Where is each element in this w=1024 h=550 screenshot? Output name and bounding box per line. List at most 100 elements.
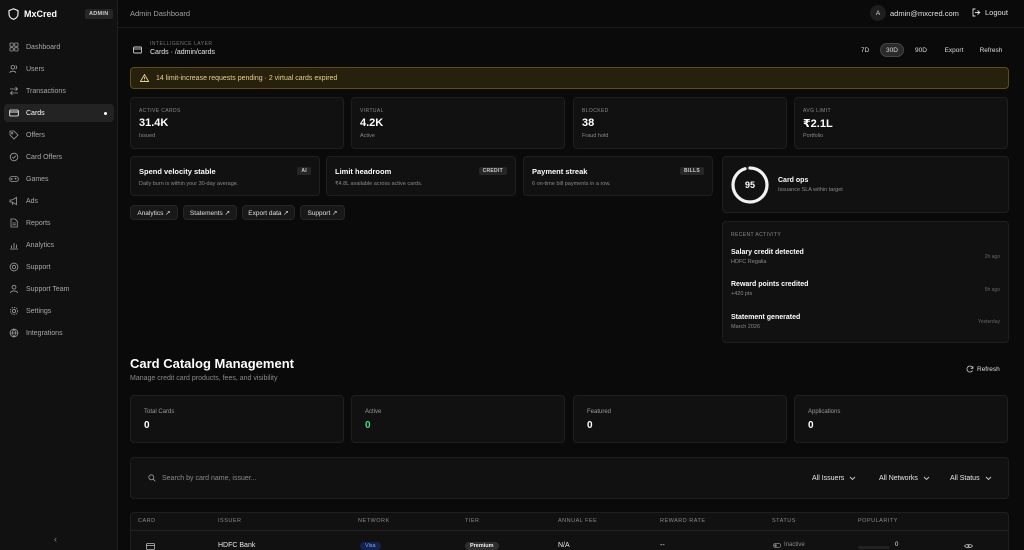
- link-support[interactable]: Support ↗: [300, 205, 345, 220]
- row-status-toggle[interactable]: Inactive: [773, 542, 805, 548]
- avatar[interactable]: A: [870, 5, 886, 21]
- export-button[interactable]: Export: [938, 43, 970, 57]
- range-30d[interactable]: 30D: [880, 43, 904, 57]
- sidebar-item-card-offers[interactable]: Card Offers: [4, 148, 114, 166]
- sidebar-item-transactions[interactable]: Transactions: [4, 82, 114, 100]
- stat-card-blocked: BLOCKED 38 Fraud hold: [573, 97, 787, 149]
- insight-desc: 6 on-time bill payments in a row.: [532, 181, 611, 187]
- stat-label: BLOCKED: [582, 108, 609, 114]
- sidebar-item-label: Settings: [26, 307, 52, 315]
- logout-button[interactable]: Logout: [972, 8, 1008, 17]
- col-card: CARD: [138, 518, 156, 524]
- range-90d[interactable]: 90D: [910, 43, 932, 57]
- sidebar-item-settings[interactable]: Settings: [4, 302, 114, 320]
- sidebar-item-games[interactable]: Games: [4, 170, 114, 188]
- summary-applications: Applications 0: [794, 395, 1008, 443]
- stat-card-active: ACTIVE CARDS 31.4K Issued: [130, 97, 344, 149]
- brand-name: MxCred: [24, 9, 58, 19]
- table-divider: [130, 530, 1009, 531]
- col-reward-rate: REWARD RATE: [660, 518, 706, 524]
- card-ops-panel: 95 Card ops Issuance SLA within target: [722, 156, 1009, 213]
- link-statements[interactable]: Statements ↗: [183, 205, 237, 220]
- gear-icon: [9, 306, 19, 316]
- summary-label: Active: [365, 409, 382, 415]
- summary-label: Applications: [808, 409, 841, 415]
- brand[interactable]: MxCred: [8, 7, 57, 21]
- collapse-sidebar-button[interactable]: ‹: [54, 534, 57, 544]
- sidebar-item-cards[interactable]: Cards: [4, 104, 114, 122]
- alert-banner: 14 limit-increase requests pending · 2 v…: [130, 67, 1009, 89]
- insight-title: Limit headroom: [335, 167, 392, 176]
- sidebar-item-support[interactable]: Support: [4, 258, 114, 276]
- sidebar-item-ads[interactable]: Ads: [4, 192, 114, 210]
- page-title: Admin Dashboard: [130, 9, 191, 18]
- active-indicator: [104, 111, 107, 115]
- activity-time: 5h ago: [984, 287, 1000, 293]
- toggle-off-icon: [773, 542, 781, 548]
- sidebar: MxCred ADMIN Dashboard Users Transactions C…: [0, 0, 118, 550]
- row-popularity: 0: [895, 542, 899, 548]
- alert-text: 14 limit-increase requests pending · 2 v…: [156, 74, 338, 82]
- popularity-bar: [858, 546, 890, 549]
- refresh-label: Refresh: [977, 365, 1000, 373]
- sidebar-item-users[interactable]: Users: [4, 60, 114, 78]
- sidebar-item-label: Analytics: [26, 241, 55, 249]
- sidebar-item-offers[interactable]: Offers: [4, 126, 114, 144]
- stat-value: 4.2K: [360, 117, 384, 129]
- sidebar-item-integrations[interactable]: Integrations: [4, 324, 114, 342]
- search-input[interactable]: Search by card name, issuer...: [140, 469, 800, 487]
- filter-label: All Status: [950, 474, 980, 482]
- insight-spend-velocity[interactable]: Spend velocity stable AI Daily burn is w…: [130, 156, 320, 196]
- sidebar-item-label: Support Team: [26, 285, 70, 293]
- sidebar-item-label: Support: [26, 263, 51, 271]
- search-icon: [148, 474, 156, 482]
- refresh-button[interactable]: Refresh: [974, 43, 1008, 57]
- summary-label: Total Cards: [144, 409, 175, 415]
- stat-label: AVG LIMIT: [803, 108, 831, 114]
- filter-issuers[interactable]: All Issuers: [812, 469, 856, 487]
- insight-tag: CREDIT: [478, 167, 507, 175]
- insight-limit-headroom[interactable]: Limit headroom CREDIT ₹4.8L available ac…: [326, 156, 516, 196]
- sidebar-item-label: Integrations: [26, 329, 63, 337]
- link-analytics[interactable]: Analytics ↗: [130, 205, 178, 220]
- logout-icon: [972, 8, 981, 17]
- activity-title: Salary credit detected: [731, 249, 804, 256]
- catalog-refresh-button[interactable]: Refresh: [966, 362, 1000, 376]
- sidebar-item-label: Dashboard: [26, 43, 61, 51]
- user-email[interactable]: admin@mxcred.com: [890, 9, 959, 18]
- filter-status[interactable]: All Status: [950, 469, 992, 487]
- view-eye-icon[interactable]: [964, 543, 973, 549]
- team-icon: [10, 284, 18, 294]
- card-icon: [9, 109, 19, 117]
- sidebar-item-dashboard[interactable]: Dashboard: [4, 38, 114, 56]
- summary-active: Active 0: [351, 395, 565, 443]
- summary-label: Featured: [587, 409, 612, 415]
- sidebar-item-analytics[interactable]: Analytics: [4, 236, 114, 254]
- sidebar-item-support-team[interactable]: Support Team: [4, 280, 114, 298]
- filter-label: All Networks: [879, 474, 918, 482]
- card-thumbnail-icon: [146, 543, 155, 550]
- search-placeholder: Search by card name, issuer...: [162, 474, 257, 482]
- layer-label: INTELLIGENCE LAYER: [150, 41, 213, 47]
- admin-badge: ADMIN: [85, 9, 113, 19]
- stat-sub: Fraud hold: [582, 133, 609, 139]
- stat-sub: Issued: [139, 133, 156, 139]
- sidebar-item-label: Users: [26, 65, 45, 73]
- row-issuer: HDFC Bank: [218, 542, 256, 549]
- stat-label: VIRTUAL: [360, 108, 384, 114]
- stat-sub: Active: [360, 133, 375, 139]
- refresh-icon: [966, 365, 974, 373]
- score-ring: 95: [731, 166, 769, 204]
- stat-value: 31.4K: [139, 117, 169, 129]
- top-bar: Admin Dashboard A admin@mxcred.com Logou…: [118, 0, 1024, 28]
- users-icon: [9, 65, 18, 74]
- chevron-down-icon: [985, 476, 991, 480]
- sidebar-item-reports[interactable]: Reports: [4, 214, 114, 232]
- filter-networks[interactable]: All Networks: [879, 469, 930, 487]
- stat-card-virtual: VIRTUAL 4.2K Active: [351, 97, 565, 149]
- summary-value: 0: [365, 420, 371, 431]
- insight-payment-streak[interactable]: Payment streak BILLS 6 on-time bill paym…: [523, 156, 713, 196]
- range-7d[interactable]: 7D: [856, 43, 874, 57]
- link-export-data[interactable]: Export data ↗: [242, 205, 295, 220]
- insight-title: Payment streak: [532, 167, 588, 176]
